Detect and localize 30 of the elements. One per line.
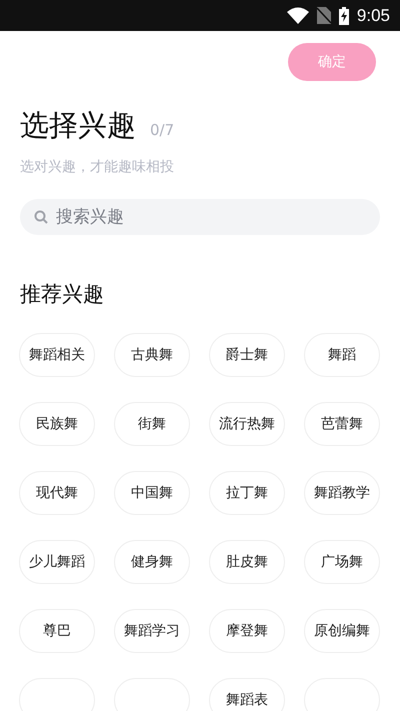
interest-chip[interactable]: 古典舞 <box>114 333 190 377</box>
interest-chip[interactable]: 流行热舞 <box>209 402 285 446</box>
interest-chip[interactable]: 摩登舞 <box>209 609 285 653</box>
section-title: 推荐兴趣 <box>19 281 105 308</box>
interest-chip[interactable]: 拉丁舞 <box>209 471 285 515</box>
interest-chip[interactable]: 芭蕾舞 <box>304 402 380 446</box>
interest-chip[interactable]: 少儿舞蹈 <box>19 540 95 584</box>
interest-chip[interactable]: 健身舞 <box>114 540 190 584</box>
interest-chip[interactable]: 民族舞 <box>19 402 95 446</box>
battery-charging-icon <box>338 6 349 24</box>
interest-chip[interactable]: 舞蹈相关 <box>19 333 95 377</box>
interest-chip[interactable]: 广场舞 <box>304 540 380 584</box>
interest-chip[interactable]: 舞蹈 <box>304 333 380 377</box>
interest-chip[interactable]: 舞蹈教学 <box>304 471 380 515</box>
interest-chip[interactable]: 原创编舞 <box>304 609 380 653</box>
interest-chip[interactable]: 街舞 <box>114 402 190 446</box>
selection-count: 0/7 <box>150 121 174 139</box>
page-title: 选择兴趣 <box>20 107 136 143</box>
no-sim-icon <box>316 7 331 24</box>
interest-chip[interactable]: 尊巴 <box>19 609 95 653</box>
search-field[interactable]: 搜索兴趣 <box>20 199 380 235</box>
wifi-icon <box>286 7 309 24</box>
interest-chip[interactable]: 舞蹈学习 <box>114 609 190 653</box>
interest-chip[interactable]: 肚皮舞 <box>209 540 285 584</box>
interest-chip[interactable]: 舞蹈表 <box>209 678 285 711</box>
status-time: 9:05 <box>356 6 390 26</box>
interest-chip[interactable]: 中国舞 <box>114 471 190 515</box>
interest-chip[interactable]: 爵士舞 <box>209 333 285 377</box>
interest-chip[interactable]: 现代舞 <box>19 471 95 515</box>
subtitle: 选对兴趣，才能趣味相投 <box>19 158 175 177</box>
